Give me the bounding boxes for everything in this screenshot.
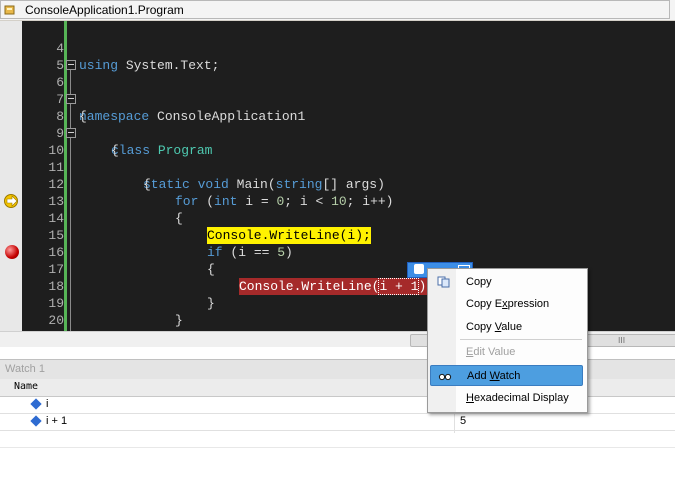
- menu-item-label: Copy Value: [466, 321, 523, 333]
- menu-item-copy-expression[interactable]: Copy Expression: [430, 294, 583, 315]
- field-icon: [30, 398, 42, 410]
- code-line: 16 {: [22, 227, 675, 277]
- indicator-margin[interactable]: [0, 21, 22, 347]
- collapse-icon[interactable]: [66, 94, 76, 104]
- menu-item-copy-value[interactable]: Copy Value: [430, 317, 583, 338]
- code-line: 4 using System.Text;: [22, 23, 675, 73]
- code-line-breakpoint: 17 Console.WriteLine(i + 1);: [22, 244, 675, 295]
- code-line: 6 namespace ConsoleApplication1: [22, 57, 675, 124]
- watch-row[interactable]: i + 1 5: [0, 414, 675, 431]
- menu-item-label: Edit Value: [466, 346, 516, 358]
- code-line: 15 if (i == 5): [22, 210, 675, 260]
- code-line: 10 static void Main(string[] args): [22, 125, 675, 192]
- glasses-icon: [438, 373, 452, 381]
- menu-item-hexadecimal-display[interactable]: Hexadecimal Display: [430, 388, 583, 409]
- copy-icon: [437, 276, 450, 288]
- watch-value[interactable]: 5: [460, 415, 466, 427]
- class-icon: [4, 5, 15, 15]
- menu-item-copy[interactable]: Copy: [430, 272, 583, 293]
- scrollbar-grip: III: [618, 336, 626, 345]
- menu-item-label: Copy Expression: [466, 298, 550, 310]
- menu-item-add-watch[interactable]: Add Watch: [430, 365, 583, 386]
- smart-tag-icon: [414, 264, 424, 274]
- watch-row-empty[interactable]: [0, 431, 675, 448]
- code-line: 11 {: [22, 142, 675, 192]
- type-navigation-bar[interactable]: ConsoleApplication1.Program: [0, 0, 675, 21]
- menu-item-edit-value: Edit Value: [430, 342, 583, 363]
- code-line-current: 14 Console.WriteLine(i);: [22, 193, 675, 244]
- field-icon: [30, 415, 42, 427]
- type-title: ConsoleApplication1.Program: [25, 3, 184, 17]
- breakpoint-icon[interactable]: [5, 245, 19, 259]
- code-line: 7 {: [22, 74, 675, 124]
- code-line: 8 class Program: [22, 91, 675, 158]
- menu-item-label: Copy: [466, 276, 492, 288]
- collapse-icon[interactable]: [66, 60, 76, 70]
- context-menu[interactable]: Copy Copy Expression Copy Value Edit Val…: [427, 268, 588, 413]
- menu-item-label: Hexadecimal Display: [466, 392, 569, 404]
- code-line: 5: [22, 40, 675, 73]
- name-column-header[interactable]: Name: [14, 381, 38, 392]
- watch-name[interactable]: i + 1: [46, 415, 67, 427]
- watch-title-text: Watch 1: [5, 363, 45, 375]
- menu-item-label: Add Watch: [467, 370, 521, 382]
- menu-separator: [460, 339, 582, 340]
- code-line: 12 for (int i = 0; i < 10; i++): [22, 159, 675, 209]
- watch-name[interactable]: i: [46, 398, 48, 410]
- collapse-icon[interactable]: [66, 128, 76, 138]
- code-line: 13 {: [22, 176, 675, 226]
- code-line: 9 {: [22, 108, 675, 158]
- execution-arrow-icon[interactable]: [4, 194, 20, 208]
